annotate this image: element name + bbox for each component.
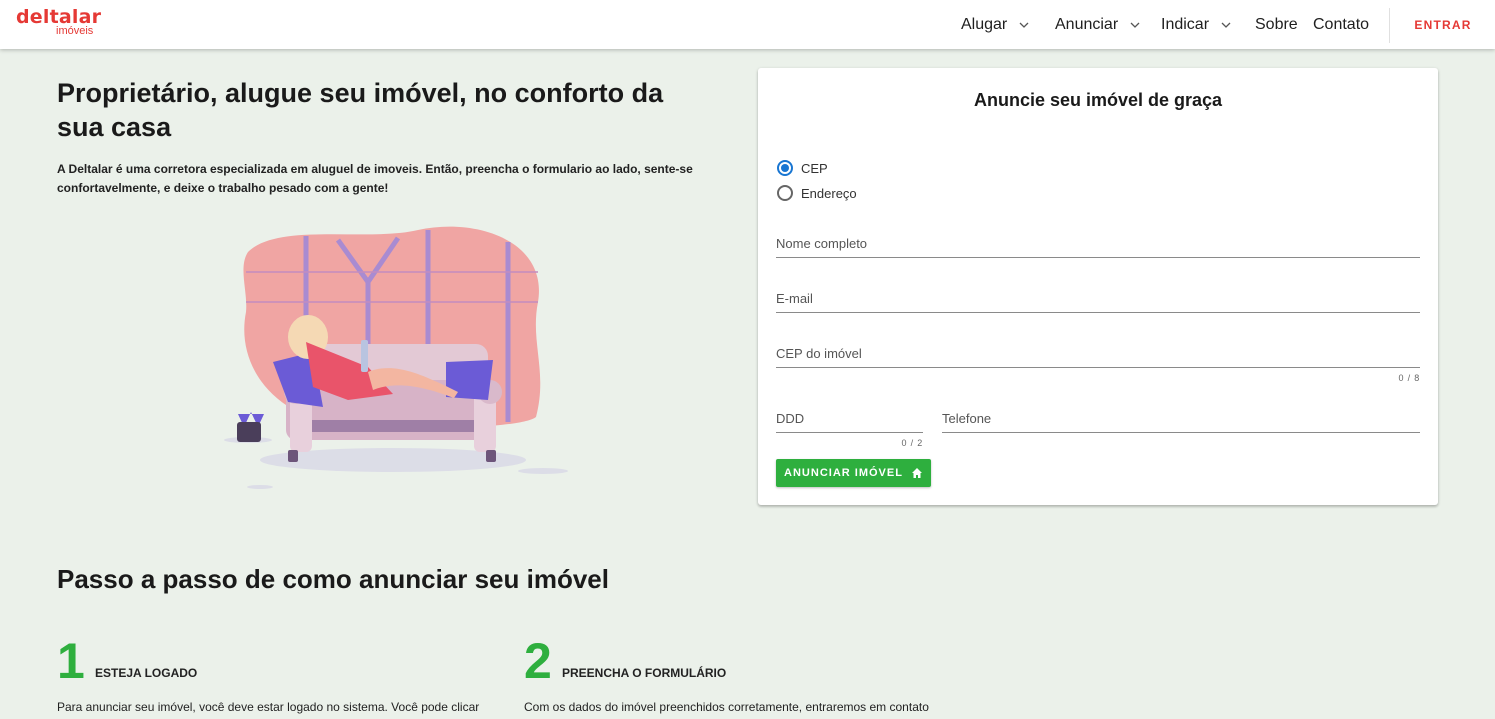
nav-item-sobre[interactable]: Sobre [1255,0,1298,49]
form-title: Anuncie seu imóvel de graça [973,90,1223,110]
step-text: Para anunciar seu imóvel, você deve esta… [57,700,480,714]
chevron-down-icon [1221,22,1231,28]
phone-field[interactable] [942,401,1420,433]
deltalar-logo[interactable]: deltalar imóveis [16,6,116,42]
radio-label: CEP [801,160,828,176]
top-navbar: deltalar imóveis Alugar Anunciar Indicar… [0,0,1495,49]
step-1: 1 ESTEJA LOGADO Para anunciar seu imóvel… [57,635,507,719]
radio-endereco[interactable]: Endereço [777,182,857,204]
nav-item-anunciar[interactable]: Anunciar [1055,0,1140,49]
nav-label: Indicar [1161,15,1210,33]
nav-item-indicar[interactable]: Indicar [1161,0,1231,49]
full-name-field[interactable] [776,226,1420,258]
ddd-input[interactable] [776,411,923,426]
ddd-char-counter: 0 / 2 [901,438,923,448]
logo-subtitle: imóveis [56,25,94,37]
nav-label: Contato [1313,15,1370,33]
step-heading: PREENCHA O FORMULÁRIO [562,666,727,680]
advertise-form-card: Anuncie seu imóvel de graça CEP Endereço… [758,68,1438,505]
nav-item-contato[interactable]: Contato [1313,0,1369,49]
email-input[interactable] [776,291,1420,306]
nav-label: Anunciar [1055,15,1119,33]
hero-description: A Deltalar é uma corretora especializada… [57,162,693,195]
step-text: Com os dados do imóvel preenchidos corre… [524,700,929,714]
chevron-down-icon [1019,22,1029,28]
woman-on-sofa-illustration [224,226,568,489]
step-2: 2 PREENCHA O FORMULÁRIO Com os dados do … [524,635,974,719]
cep-field[interactable] [776,336,1420,368]
home-icon [911,468,922,478]
steps-section-title: Passo a passo de como anunciar seu imóve… [57,564,609,594]
radio-checked-icon [777,160,793,176]
submit-label: ANUNCIAR IMÓVEL [784,467,903,479]
full-name-input[interactable] [776,236,1420,251]
nav-item-alugar[interactable]: Alugar [961,0,1029,49]
step-heading: ESTEJA LOGADO [95,666,198,680]
nav-label: Sobre [1255,15,1298,33]
login-button[interactable]: ENTRAR [1402,0,1484,49]
step-number: 1 [57,633,85,689]
radio-unchecked-icon [777,185,793,201]
page-title: Proprietário, alugue seu imóvel, no conf… [57,78,664,142]
ddd-field[interactable] [776,401,923,433]
nav-label: Alugar [961,15,1008,33]
email-field[interactable] [776,281,1420,313]
phone-input[interactable] [942,411,1420,426]
chevron-down-icon [1130,22,1140,28]
nav-divider [1389,8,1390,43]
radio-label: Endereço [801,185,857,201]
radio-cep[interactable]: CEP [777,157,828,179]
step-number: 2 [524,633,552,689]
submit-advertise-button[interactable]: ANUNCIAR IMÓVEL [776,459,931,487]
cep-char-counter: 0 / 8 [1398,373,1420,383]
cep-input[interactable] [776,346,1420,361]
